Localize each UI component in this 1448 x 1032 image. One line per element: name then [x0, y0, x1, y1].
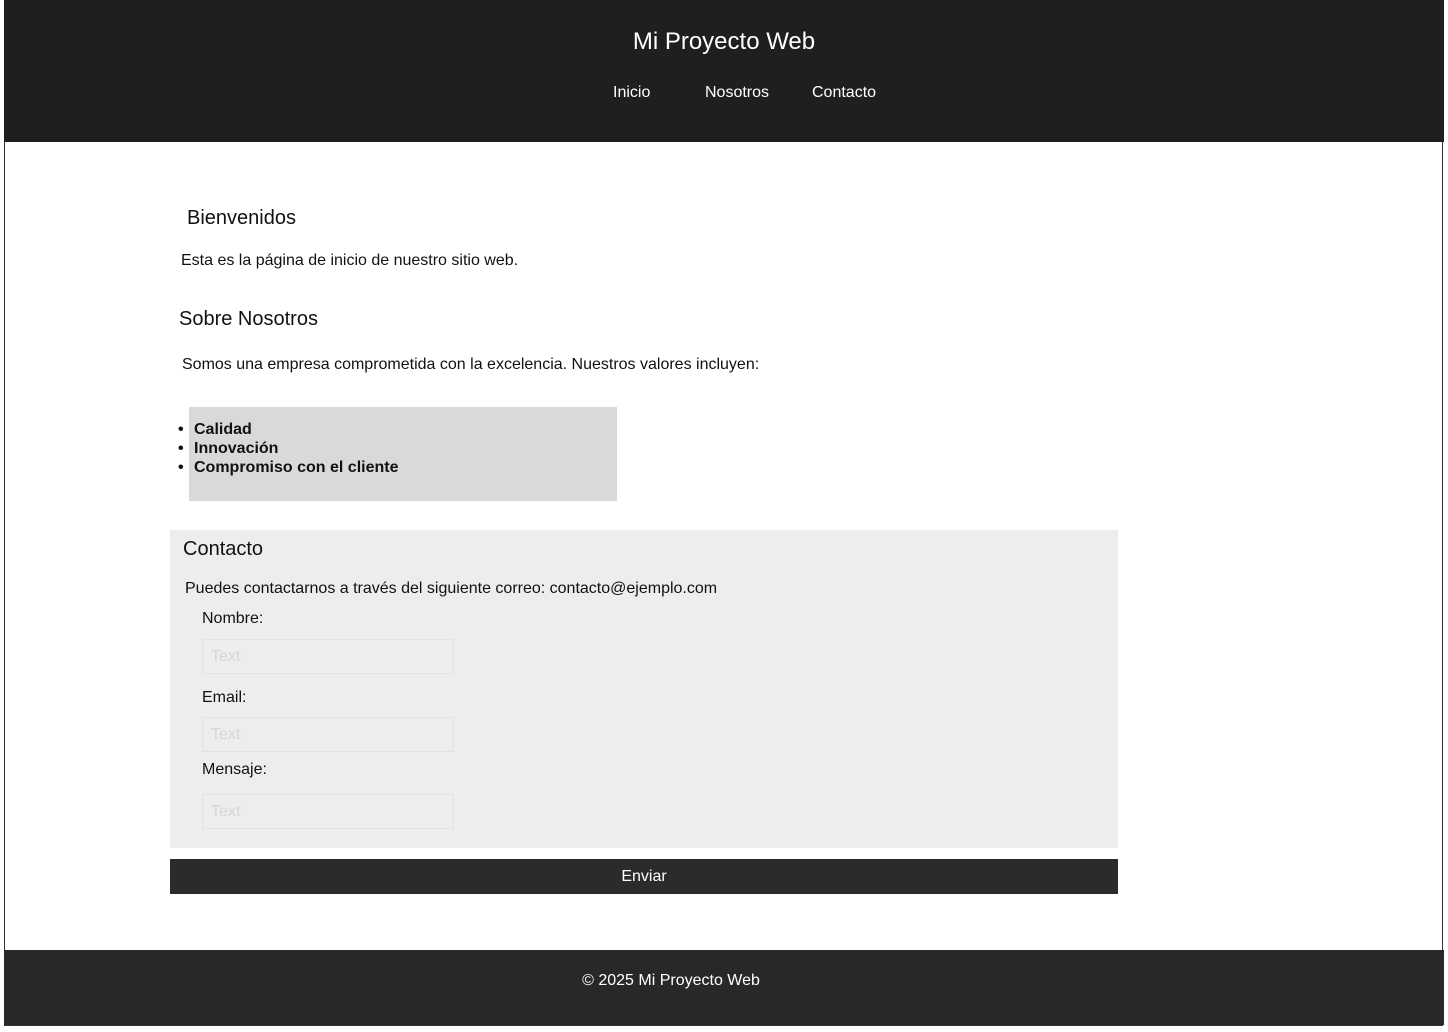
contact-heading: Contacto	[183, 538, 264, 560]
nav-link-nosotros[interactable]: Nosotros	[705, 84, 769, 102]
site-title: Mi Proyecto Web	[632, 28, 816, 55]
value-item: Compromiso con el cliente	[178, 458, 398, 477]
value-item: Calidad	[178, 420, 398, 439]
welcome-text: Esta es la página de inicio de nuestro s…	[181, 252, 519, 269]
values-list: Calidad Innovación Compromiso con el cli…	[178, 420, 398, 477]
welcome-heading: Bienvenidos	[187, 207, 296, 229]
message-input[interactable]	[202, 794, 454, 829]
email-input[interactable]	[202, 717, 454, 752]
footer-text: © 2025 Mi Proyecto Web	[582, 972, 760, 989]
site-footer: © 2025 Mi Proyecto Web	[4, 950, 1444, 1025]
value-item: Innovación	[178, 439, 398, 458]
submit-button[interactable]: Enviar	[170, 859, 1118, 894]
email-label: Email:	[202, 689, 247, 706]
about-heading: Sobre Nosotros	[179, 308, 318, 330]
nav-link-contacto[interactable]: Contacto	[812, 84, 876, 102]
contact-text: Puedes contactarnos a través del siguien…	[185, 580, 718, 597]
name-input[interactable]	[202, 639, 454, 674]
message-label: Mensaje:	[202, 761, 267, 778]
main-nav: Inicio Nosotros Contacto	[4, 84, 1444, 104]
about-text: Somos una empresa comprometida con la ex…	[182, 356, 760, 373]
nav-link-inicio[interactable]: Inicio	[613, 84, 650, 102]
site-header: Mi Proyecto Web Inicio Nosotros Contacto	[4, 0, 1444, 142]
name-label: Nombre:	[202, 610, 264, 627]
